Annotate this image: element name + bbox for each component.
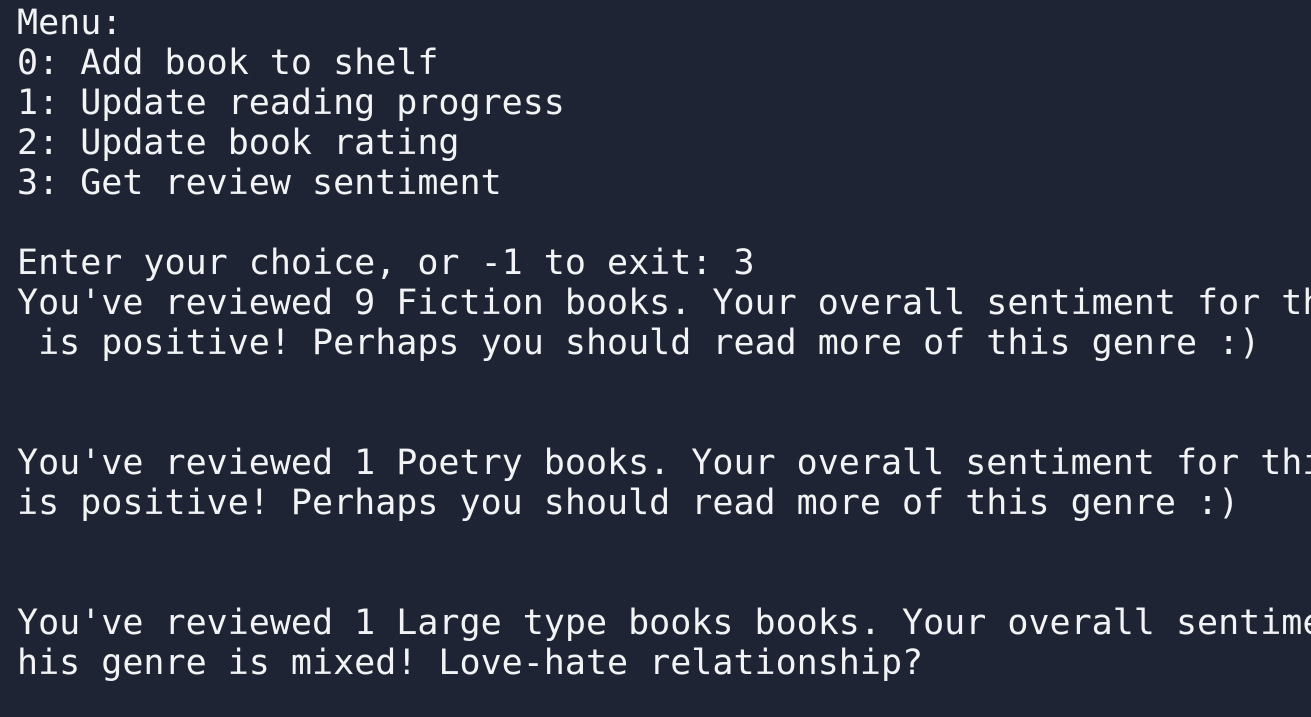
choice-prompt: Enter your choice, or -1 to exit: 3	[17, 243, 755, 283]
menu-option-1: 1: Update reading progress	[17, 83, 565, 123]
sentiment-fiction-line-2: is positive! Perhaps you should read mor…	[17, 323, 1261, 363]
terminal-window[interactable]: Menu: 0: Add book to shelf 1: Update rea…	[0, 0, 1311, 717]
sentiment-fiction-line-1: You've reviewed 9 Fiction books. Your ov…	[17, 283, 1311, 323]
menu-option-0: 0: Add book to shelf	[17, 43, 439, 83]
sentiment-large-type-line-1: You've reviewed 1 Large type books books…	[17, 603, 1311, 643]
menu-option-2: 2: Update book rating	[17, 123, 460, 163]
sentiment-poetry-line-1: You've reviewed 1 Poetry books. Your ove…	[17, 443, 1311, 483]
sentiment-large-type-line-2: his genre is mixed! Love-hate relationsh…	[17, 643, 924, 683]
terminal-output: Menu: 0: Add book to shelf 1: Update rea…	[17, 3, 1311, 683]
menu-title: Menu:	[17, 3, 123, 43]
menu-option-3: 3: Get review sentiment	[17, 163, 502, 203]
sentiment-poetry-line-2: is positive! Perhaps you should read mor…	[17, 483, 1240, 523]
